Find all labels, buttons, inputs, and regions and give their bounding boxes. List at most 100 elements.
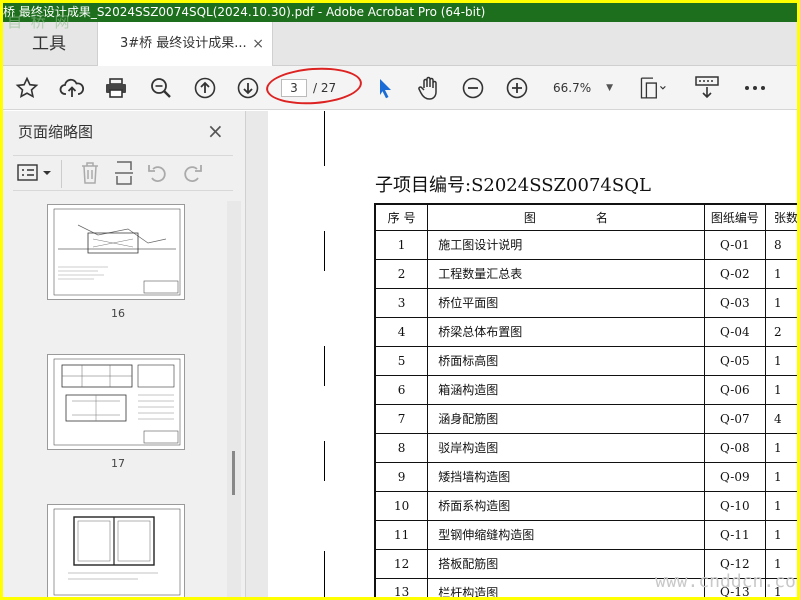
scrollbar-thumb[interactable] (232, 451, 235, 495)
trash-icon[interactable] (79, 161, 101, 189)
hand-icon[interactable] (415, 74, 443, 102)
binding-line (324, 551, 325, 597)
drawing-list-table: 序 号 图 名 图纸编号 张数 1 施工图设计说明 Q-01 8 2 工程数量汇总表 Q-0… (374, 203, 797, 597)
cell-name: 驳岸构造图 (427, 432, 705, 463)
cell-no: 11 (374, 519, 429, 550)
table-header-row: 序 号 图 名 图纸编号 张数 (374, 203, 797, 231)
tab-document-label: 3#桥 最终设计成果... (120, 36, 247, 51)
cell-code: Q-05 (703, 345, 766, 376)
table-row: 2 工程数量汇总表 Q-02 1 (374, 258, 797, 289)
page-down-icon[interactable] (234, 74, 262, 102)
options-list-icon[interactable] (17, 162, 53, 188)
cell-code: Q-01 (703, 229, 766, 260)
cell-no: 12 (374, 548, 429, 579)
tab-close-icon[interactable]: × (252, 22, 264, 66)
cell-code: Q-07 (703, 403, 766, 434)
cell-name: 涵身配筋图 (427, 403, 705, 434)
chevron-down-icon: ▼ (606, 83, 613, 93)
page-thumbnail[interactable] (47, 204, 185, 300)
divider (61, 160, 62, 188)
select-arrow-icon[interactable] (371, 74, 399, 102)
table-row: 6 箱涵构造图 Q-06 1 (374, 374, 797, 405)
cell-no: 5 (374, 345, 429, 376)
watermark-logo: 自 桥 网 (7, 13, 72, 31)
cell-count: 1 (764, 519, 797, 550)
cell-code: Q-03 (703, 287, 766, 318)
page-thumbnail[interactable] (47, 354, 185, 450)
table-row: 5 桥面标高图 Q-05 1 (374, 345, 797, 376)
cell-name: 桥梁总体布置图 (427, 316, 705, 347)
cell-code: Q-06 (703, 374, 766, 405)
cell-no: 6 (374, 374, 429, 405)
cell-name: 工程数量汇总表 (427, 258, 705, 289)
page-up-icon[interactable] (191, 74, 219, 102)
cell-code: Q-08 (703, 432, 766, 463)
window-title: 桥 最终设计成果_S2024SSZ0074SQL(2024.10.30).pdf… (3, 5, 486, 19)
rotate-left-icon[interactable] (147, 161, 169, 189)
page-gutter (246, 111, 268, 597)
cell-no: 13 (374, 577, 429, 597)
binding-line (324, 441, 325, 481)
table-row: 8 驳岸构造图 Q-08 1 (374, 432, 797, 463)
more-icon[interactable] (741, 74, 769, 102)
cell-count: 1 (764, 258, 797, 289)
cell-code: Q-10 (703, 490, 766, 521)
panel-title: 页面缩略图 (18, 123, 94, 141)
sheet-title: 子项目编号:S2024SSZ0074SQL (375, 175, 651, 196)
cell-name: 型钢伸缩缝构造图 (427, 519, 705, 550)
cell-code: Q-02 (703, 258, 766, 289)
cell-count: 1 (764, 287, 797, 318)
watermark-text: www.cnddcn.com (655, 571, 797, 592)
panel-toolbar (13, 155, 233, 191)
table-row: 10 桥面系构造图 Q-10 1 (374, 490, 797, 521)
cell-no: 7 (374, 403, 429, 434)
cell-count: 4 (764, 403, 797, 434)
table-row: 11 型钢伸缩缝构造图 Q-11 1 (374, 519, 797, 550)
table-row: 9 矮挡墙构造图 Q-09 1 (374, 461, 797, 492)
zoom-out-icon[interactable] (459, 74, 487, 102)
cell-code: Q-11 (703, 519, 766, 550)
thumbnail-list: 16 17 (3, 201, 246, 597)
header-name: 图 名 (427, 203, 705, 231)
cell-count: 1 (764, 432, 797, 463)
cell-name: 桥位平面图 (427, 287, 705, 318)
cell-name: 桥面系构造图 (427, 490, 705, 521)
cell-name: 桥面标高图 (427, 345, 705, 376)
toolbar: 3 / 27 66.7% ▼ (3, 64, 797, 110)
header-no: 序 号 (374, 203, 429, 231)
cell-no: 2 (374, 258, 429, 289)
table-row: 1 施工图设计说明 Q-01 8 (374, 229, 797, 260)
zoom-select[interactable]: 66.7% ▼ (547, 77, 617, 99)
tab-document[interactable]: 3#桥 最终设计成果... × (97, 22, 273, 66)
zoom-in-icon[interactable] (503, 74, 531, 102)
extract-page-icon[interactable] (113, 161, 135, 189)
panel-close-icon[interactable]: × (207, 119, 224, 143)
document-view: 子项目编号:S2024SSZ0074SQL 序 号 图 名 图纸编号 张数 1施… (246, 111, 797, 597)
cell-count: 1 (764, 461, 797, 492)
rotate-right-icon[interactable] (181, 161, 203, 189)
binding-line (324, 346, 325, 386)
print-icon[interactable] (102, 74, 130, 102)
form-icon[interactable] (693, 74, 721, 102)
header-count: 张数 (764, 203, 797, 231)
cell-name: 箱涵构造图 (427, 374, 705, 405)
app-window: 桥 最终设计成果_S2024SSZ0074SQL(2024.10.30).pdf… (3, 3, 797, 597)
star-icon[interactable] (13, 74, 41, 102)
table-row: 3 桥位平面图 Q-03 1 (374, 287, 797, 318)
thumbnail-page-number: 16 (111, 307, 125, 320)
page-thumbnail[interactable] (47, 504, 185, 597)
cloud-upload-icon[interactable] (58, 74, 86, 102)
thumbnail-scrollbar[interactable] (227, 201, 241, 597)
cell-no: 3 (374, 287, 429, 318)
cell-no: 8 (374, 432, 429, 463)
cell-no: 1 (374, 229, 429, 260)
header-code: 图纸编号 (703, 203, 766, 231)
cell-count: 1 (764, 374, 797, 405)
page-layout-icon[interactable] (639, 74, 667, 102)
table-row: 7 涵身配筋图 Q-07 4 (374, 403, 797, 434)
cell-count: 2 (764, 316, 797, 347)
cell-code: Q-09 (703, 461, 766, 492)
cell-name: 矮挡墙构造图 (427, 461, 705, 492)
cell-no: 9 (374, 461, 429, 492)
search-zoom-icon[interactable] (147, 74, 175, 102)
